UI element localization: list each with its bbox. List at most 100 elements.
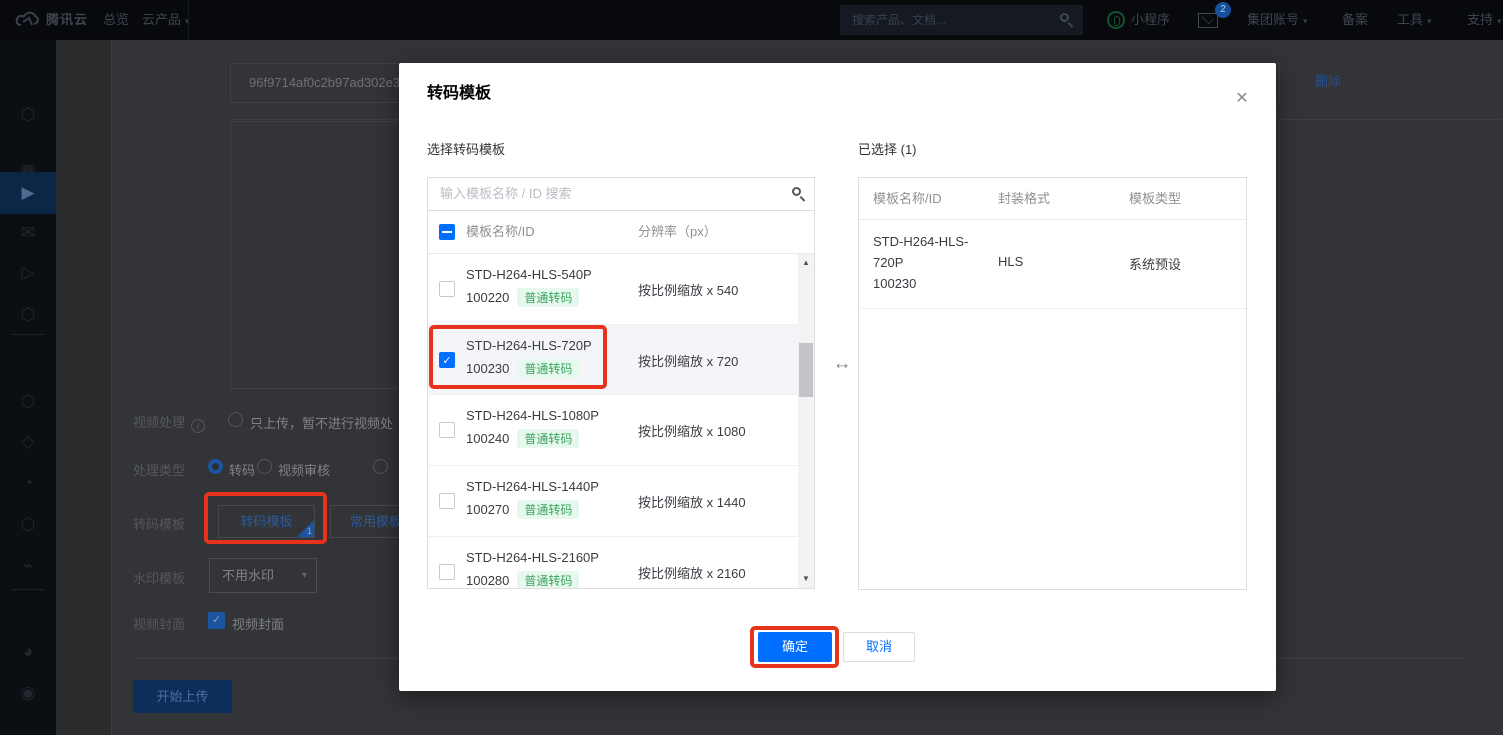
row-checkbox-checked[interactable]: ✓ [439,352,455,368]
watermark-label: 水印模板 [133,568,185,587]
sidebar-item-task-envelope-icon[interactable]: ✉ [0,212,56,254]
sidebar-item-monitor-pulse-icon[interactable]: ◉ [0,672,56,714]
template-name: STD-H264-HLS-720P [466,338,592,353]
transcode-template-button[interactable]: 转码模板 1 [218,505,315,538]
delete-link[interactable]: 删除 [1315,71,1341,90]
template-name: STD-H264-HLS-1080P [466,408,599,423]
topbar-separator [188,0,189,40]
brand-name[interactable]: 腾讯云 [46,0,88,40]
menu-tools[interactable]: 工具▾ [1397,0,1432,40]
upload-only-radio[interactable] [228,412,243,427]
selected-template-name: STD-H264-HLS-720P100230 [873,231,989,294]
template-row[interactable]: STD-H264-HLS-2160P100280普通转码按比例缩放 x 2160 [428,537,798,588]
top-navbar: 腾讯云 总览 云产品▾ 小程序 2 集团账号▾ 备案 工具▾ 支持▾ [0,0,1503,40]
sidebar-item-pie-chart-icon[interactable]: ◕ [0,631,56,673]
template-row[interactable]: STD-H264-HLS-540P100220普通转码按比例缩放 x 540 [428,254,798,325]
sidebar-item-hexagon-play-icon[interactable]: ⬡ [0,294,56,336]
row-checkbox[interactable] [439,493,455,509]
template-row[interactable]: STD-H264-HLS-1080P100240普通转码按比例缩放 x 1080 [428,395,798,466]
select-all-checkbox[interactable] [439,224,455,240]
template-list: STD-H264-HLS-540P100220普通转码按比例缩放 x 540✓S… [428,254,798,588]
column-header: 分辨率（px） [638,211,717,253]
transcode-template-label: 转码模板 [133,514,185,533]
selected-template-type: 系统预设 [1129,254,1181,273]
template-row[interactable]: ✓ STD-H264-HLS-720P 100230普通转码 按比例缩放 x 720 [428,325,798,396]
template-id-line: 100270普通转码 [466,500,579,519]
template-row[interactable]: STD-H264-HLS-1440P100270普通转码按比例缩放 x 1440 [428,466,798,537]
menu-beian[interactable]: 备案 [1342,0,1368,40]
template-resolution: 按比例缩放 x 2160 [638,563,746,582]
cover-checkbox-label: 视频封面 [232,614,284,633]
template-search-row [428,178,814,211]
secondary-sidebar [56,40,112,735]
close-icon[interactable]: ✕ [1232,89,1252,109]
scroll-up-icon[interactable]: ▲ [798,256,814,270]
transcode-radio-label: 转码 [229,460,255,479]
template-id-line: 100230普通转码 [466,359,579,378]
watermark-select[interactable]: 不用水印 ▾ [209,558,317,593]
column-header: 模板类型 [1129,178,1181,220]
nav-overview[interactable]: 总览 [103,0,129,40]
mini-program-link[interactable]: 小程序 [1131,0,1170,40]
third-radio[interactable] [373,459,388,474]
video-audit-radio[interactable] [257,459,272,474]
template-search-input[interactable] [440,178,770,209]
search-input[interactable] [852,5,1042,35]
row-checkbox[interactable] [439,564,455,580]
template-name: STD-H264-HLS-1440P [466,479,599,494]
chevron-down-icon: ▾ [1427,16,1432,26]
template-resolution: 按比例缩放 x 720 [638,351,738,370]
template-type-badge: 普通转码 [517,288,579,307]
menu-group-account[interactable]: 集团账号▾ [1247,0,1308,40]
watermark-value: 不用水印 [222,559,274,592]
template-name: STD-H264-HLS-540P [466,267,592,282]
transcode-radio[interactable] [208,459,223,474]
sidebar-item-vod-product-icon[interactable]: ⬡ [0,94,56,136]
sidebar-item-media-assets-icon[interactable]: ▶ [0,172,56,214]
transcode-template-dialog: 转码模板 ✕ 选择转码模板 已选择 (1) 模板名称/ID 分辨率（px） ST… [399,63,1276,691]
search-icon[interactable] [1060,13,1074,27]
row-checkbox[interactable] [439,281,455,297]
template-type-badge: 普通转码 [517,571,579,588]
file-id-text: 96f9714af0c2b97ad302e37 [249,64,407,102]
column-header: 模板名称/ID [466,211,535,253]
nav-cloud-products[interactable]: 云产品▾ [142,0,190,40]
cover-label: 视频封面 [133,614,185,633]
selected-template-row: STD-H264-HLS-720P100230HLS系统预设 [859,220,1246,309]
cover-checkbox[interactable]: ✓ [208,612,225,629]
chevron-down-icon: ▾ [302,559,307,592]
template-id-line: 100220普通转码 [466,288,579,307]
sidebar-divider [12,334,44,335]
info-icon[interactable]: i [191,419,205,433]
mini-program-icon[interactable] [1107,11,1125,29]
left-icon-sidebar: ⬡▦▶✉▷⬡⬡◇◔⬡⌁◕◉☰ [0,40,56,735]
template-id-line: 100240普通转码 [466,429,579,448]
sidebar-item-stat-clock-icon[interactable]: ◔ [0,462,56,504]
sidebar-item-cube-icon[interactable]: ◇ [0,421,56,463]
template-list-header: 模板名称/ID 分辨率（px） [428,211,814,254]
tencent-cloud-logo-icon[interactable] [14,9,40,31]
template-count-badge: 1 [307,526,312,537]
scrollbar-thumb[interactable] [799,343,813,397]
sidebar-item-play-outline-icon[interactable]: ▷ [0,252,56,294]
search-icon[interactable] [792,187,806,201]
left-panel-heading: 选择转码模板 [427,139,505,158]
topbar-search-box[interactable] [840,5,1083,35]
confirm-button[interactable]: 确定 [758,632,832,662]
sidebar-item-upload-hexagon-icon[interactable]: ⬡ [0,504,56,546]
sidebar-item-layers-icon[interactable]: ⌁ [0,545,56,587]
template-type-badge: 普通转码 [517,359,579,378]
video-process-label: 视频处理i [133,412,205,433]
cancel-button[interactable]: 取消 [843,632,915,662]
menu-support[interactable]: 支持▾ [1467,0,1502,40]
row-checkbox[interactable] [439,422,455,438]
template-type-badge: 普通转码 [517,429,579,448]
message-envelope-icon[interactable] [1198,13,1218,28]
scrollbar[interactable]: ▲ ▼ [798,254,814,588]
sidebar-item-video-process-icon[interactable]: ⬡ [0,381,56,423]
start-upload-button[interactable]: 开始上传 [133,680,232,713]
swap-arrow-icon: ↔ [826,353,858,375]
column-header: 模板名称/ID [873,178,942,220]
chevron-down-icon: ▾ [1497,16,1502,26]
scroll-down-icon[interactable]: ▼ [798,572,814,586]
